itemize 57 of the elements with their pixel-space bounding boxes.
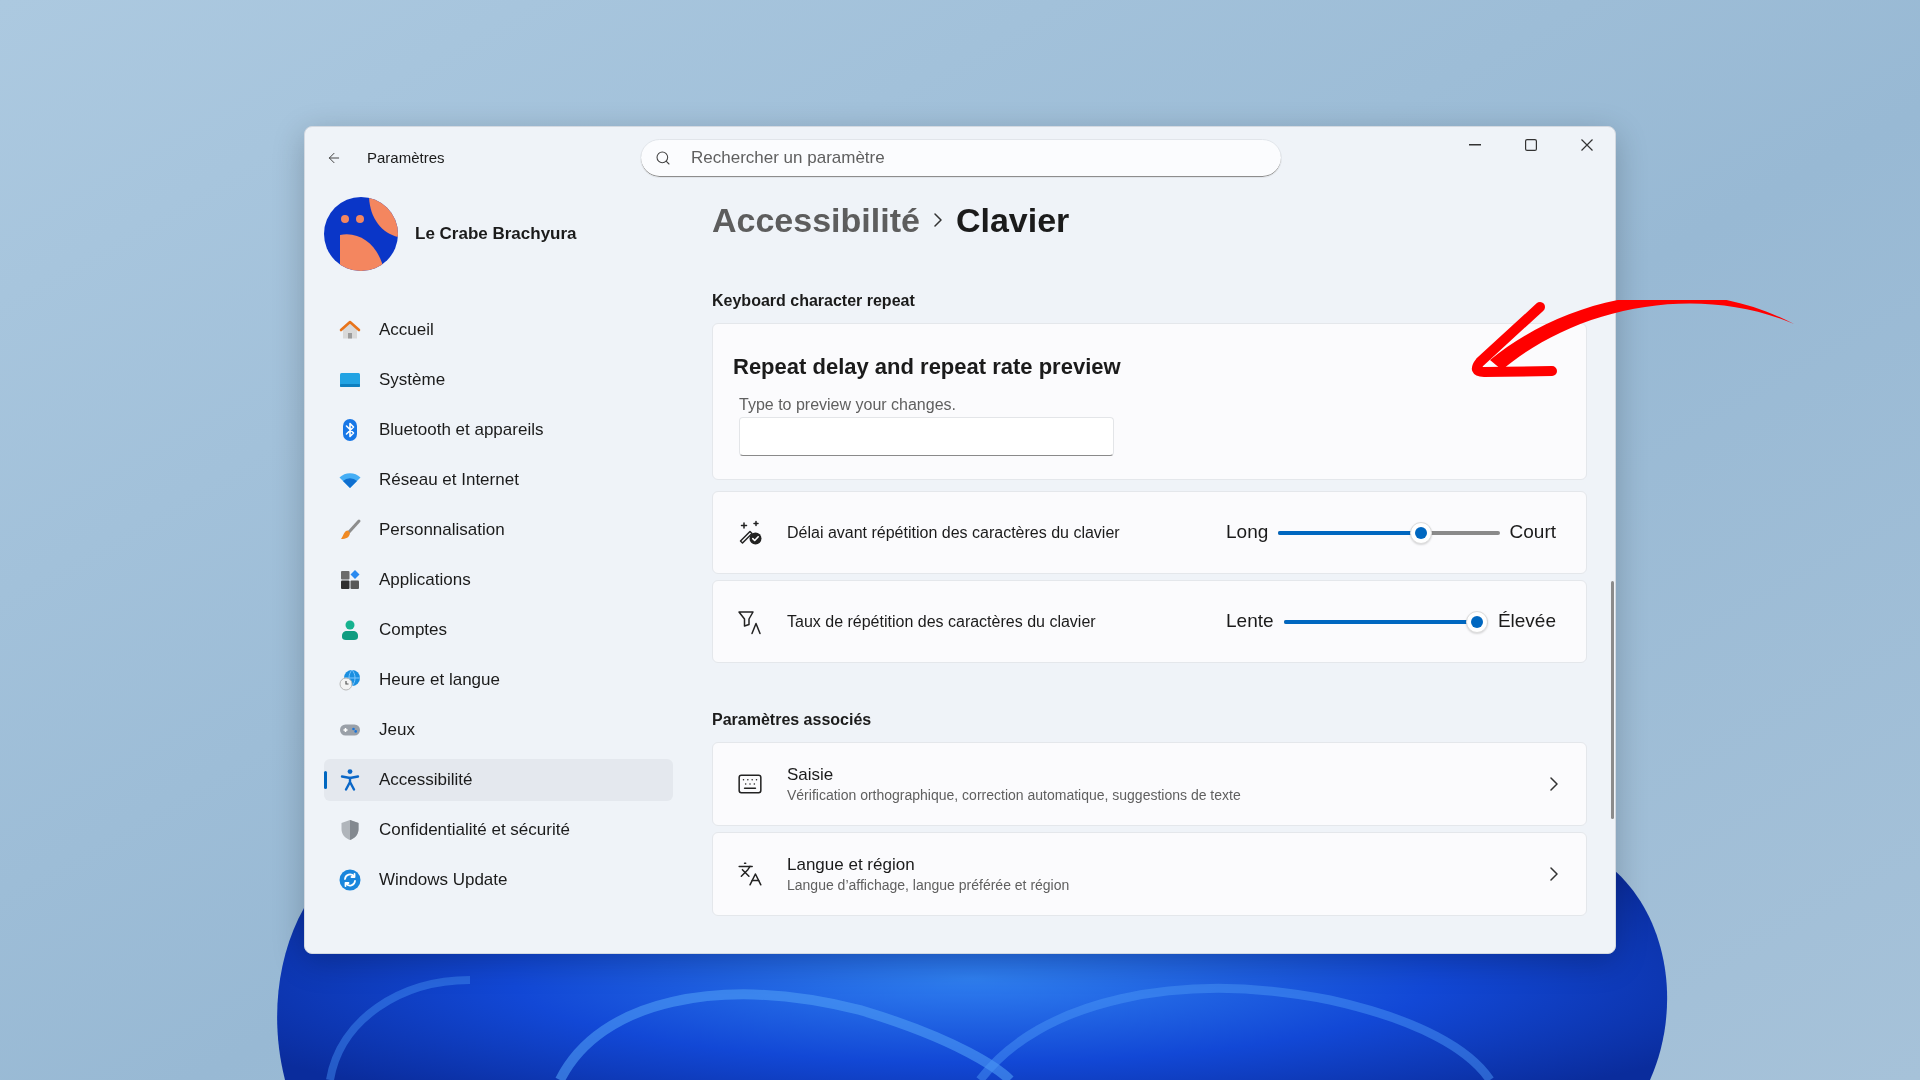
slider-min-label: Lente: [1226, 609, 1274, 634]
preview-input[interactable]: [739, 417, 1114, 456]
sidebar-item[interactable]: Comptes: [324, 609, 673, 651]
slider-track[interactable]: [1278, 521, 1500, 544]
setting-title: Langue et région: [787, 853, 916, 876]
setting-title: Saisie: [787, 763, 835, 786]
section-heading: Paramètres associés: [712, 710, 872, 730]
sidebar-item[interactable]: Applications: [324, 559, 673, 601]
slider-max-label: Court: [1509, 520, 1556, 545]
accessibility-icon: [338, 768, 362, 792]
sidebar-item[interactable]: Bluetooth et appareils: [324, 409, 673, 451]
related-setting-card[interactable]: Saisie Vérification orthographique, correction automatique, suggestions de texte: [712, 742, 1587, 826]
chevron-right-icon: [1550, 867, 1558, 881]
slider-track[interactable]: [1283, 610, 1488, 633]
apps-icon: [338, 568, 362, 592]
sidebar-item[interactable]: Accessibilité: [324, 759, 673, 801]
language-icon: [737, 861, 763, 887]
back-arrow-icon: [326, 150, 342, 166]
refresh-icon: [338, 868, 362, 892]
slider-max-label: Élevée: [1497, 609, 1556, 634]
close-icon: [1581, 139, 1593, 151]
scrollbar[interactable]: [1611, 581, 1614, 819]
slider-thumb[interactable]: [1465, 610, 1488, 633]
maximize-icon: [1525, 139, 1537, 151]
setting-description: Vérification orthographique, correction automatique, suggestions de texte: [787, 785, 1241, 805]
section-heading: Keyboard character repeat: [712, 291, 915, 311]
window-title: Paramètres: [367, 147, 445, 168]
sidebar-item[interactable]: Confidentialité et sécurité: [324, 809, 673, 851]
minimize-icon: [1469, 144, 1481, 146]
field-label: Type to preview your changes.: [739, 395, 956, 415]
funnel-icon: [737, 608, 763, 635]
search-icon: [655, 149, 671, 166]
sidebar-item[interactable]: Windows Update: [324, 859, 673, 901]
profile-name: Le Crabe Brachyura: [415, 223, 577, 246]
sidebar-item[interactable]: Heure et langue: [324, 659, 673, 701]
sidebar-item[interactable]: Système: [324, 359, 673, 401]
sidebar-item[interactable]: Jeux: [324, 709, 673, 751]
wand-check-icon: [737, 519, 763, 546]
globe-clock-icon: [338, 668, 362, 692]
breadcrumb-link[interactable]: Accessibilité: [712, 194, 920, 246]
card-title: Repeat delay and repeat rate preview: [733, 353, 1121, 381]
related-setting-card[interactable]: Langue et région Langue d’affichage, langue préférée et région: [712, 832, 1587, 916]
search-field[interactable]: Rechercher un paramètre: [640, 138, 1282, 178]
sidebar-item[interactable]: Réseau et Internet: [324, 459, 673, 501]
page-title: Clavier: [955, 199, 1070, 241]
setting-label: Taux de répétition des caractères du clavier: [787, 611, 1096, 632]
sidebar-item[interactable]: Personnalisation: [324, 509, 673, 551]
chevron-right-icon: [933, 213, 942, 227]
chevron-right-icon: [1550, 777, 1558, 791]
setting-description: Langue d’affichage, langue préférée et région: [787, 875, 1070, 895]
slider-thumb[interactable]: [1409, 521, 1432, 544]
paintbrush-icon: [338, 518, 362, 542]
house-icon: [338, 318, 362, 342]
selection-indicator: [324, 771, 327, 789]
slider-min-label: Long: [1226, 520, 1269, 545]
setting-label: Délai avant répétition des caractères du clavier: [787, 522, 1120, 543]
sidebar-item[interactable]: Accueil: [324, 309, 673, 351]
